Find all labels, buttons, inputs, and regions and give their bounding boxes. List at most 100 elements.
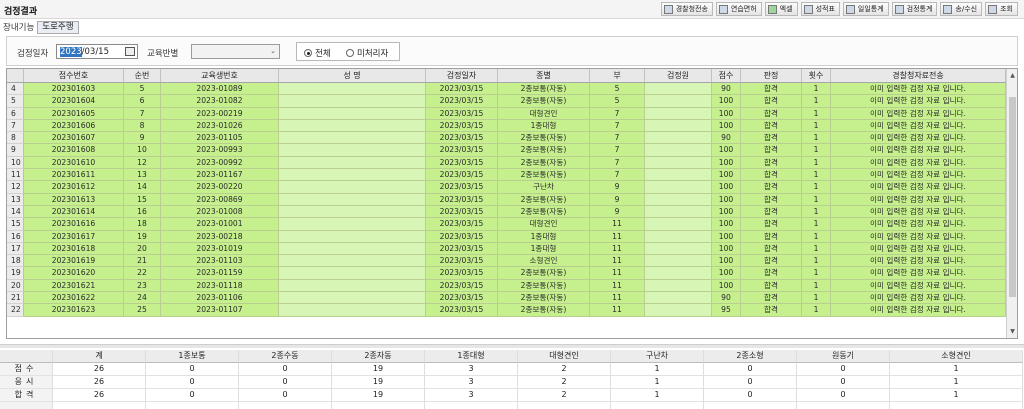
- table-row[interactable]: 16 202301617 19 2023-00218 2023/03/15 1종대형 11 1…: [7, 230, 1007, 243]
- scroll-thumb[interactable]: [1009, 97, 1016, 297]
- cell-row-number: 21: [7, 292, 24, 305]
- table-row[interactable]: 11 202301611 13 2023-01167 2023/03/15 2종보통(자동…: [7, 169, 1007, 182]
- scroll-down-icon[interactable]: ▼: [1008, 327, 1017, 336]
- column-header-name[interactable]: 성 명: [279, 69, 426, 82]
- excel-button[interactable]: 엑셀: [764, 2, 798, 16]
- table-row[interactable]: 15 202301616 18 2023-01001 2023/03/15 대형견인 11 1…: [7, 218, 1007, 231]
- table-row[interactable]: 17 202301618 20 2023-01019 2023/03/15 1종대형 11 1…: [7, 242, 1007, 256]
- table-row[interactable]: 13 202301613 15 2023-00869 2023/03/15 2종보통(자동…: [7, 193, 1007, 206]
- summary-cell: 1: [611, 363, 704, 376]
- date-input[interactable]: 2023/03/15: [56, 44, 138, 59]
- panel-splitter[interactable]: [0, 344, 1024, 348]
- cell-judgement: 합격: [741, 181, 802, 194]
- cell-police-transfer-status: 이미 입력한 검정 자료 입니다.: [831, 169, 1006, 182]
- cell-judgement: 합격: [741, 230, 802, 243]
- summary-header: 계 1종보통 2종수동 2종자동 1종대형 대형견인 구난차 2종소형 원동기 소형견인: [0, 350, 1024, 363]
- tab-field-skill[interactable]: 장내기능: [0, 21, 37, 33]
- cell-police-transfer-status: 이미 입력한 검정 자료 입니다.: [831, 242, 1006, 256]
- cell-name: [279, 144, 426, 157]
- cell-police-transfer-status: 이미 입력한 검정 자료 입니다.: [831, 218, 1006, 231]
- summary-column-header: 구난차: [611, 350, 704, 363]
- daily-stats-icon: [845, 4, 855, 14]
- table-row[interactable]: 4 202301603 5 2023-01089 2023/03/15 2종보통(자동) 5…: [7, 83, 1007, 96]
- table-row[interactable]: 21 202301622 24 2023-01106 2023/03/15 2종보통(자동…: [7, 292, 1007, 305]
- table-row[interactable]: 20 202301621 23 2023-01118 2023/03/15 2종보통(자동…: [7, 279, 1007, 293]
- summary-cell: 1: [611, 389, 704, 402]
- cell-examiner: [645, 205, 712, 219]
- cell-attempts: 1: [802, 292, 831, 305]
- cell-examiner: [645, 218, 712, 231]
- column-header-examiner[interactable]: 검정원: [645, 69, 712, 82]
- report-label: 성적표: [815, 5, 835, 13]
- cell-exam-date: 2023/03/15: [426, 292, 498, 305]
- cell-row-number: 13: [7, 193, 24, 206]
- search-button[interactable]: 조회: [985, 2, 1018, 16]
- column-header-receipt-no[interactable]: 접수번호: [24, 69, 124, 82]
- cell-judgement: 합격: [741, 132, 802, 145]
- vertical-scrollbar[interactable]: ▲ ▼: [1006, 69, 1017, 338]
- cell-judgement: 합격: [741, 255, 802, 268]
- column-header-attempts[interactable]: 횟수: [802, 69, 831, 82]
- scroll-up-icon[interactable]: ▲: [1008, 71, 1017, 80]
- summary-cell: [704, 402, 797, 409]
- column-header-police-transfer-status[interactable]: 경찰청자료전송: [831, 69, 1006, 82]
- table-row[interactable]: 9 202301608 10 2023-00993 2023/03/15 2종보통(자동)…: [7, 144, 1007, 157]
- cell-receipt-no: 202301608: [24, 144, 124, 157]
- cell-section: 7: [590, 107, 645, 120]
- table-row[interactable]: 19 202301620 22 2023-01159 2023/03/15 2종보통(자동…: [7, 267, 1007, 280]
- cell-row-number: 16: [7, 230, 24, 243]
- table-row[interactable]: 10 202301610 12 2023-00992 2023/03/15 2종보통(자동…: [7, 156, 1007, 170]
- cell-receipt-no: 202301621: [24, 279, 124, 293]
- summary-row-label: [0, 402, 53, 409]
- column-header-score[interactable]: 점수: [712, 69, 741, 82]
- cell-examiner: [645, 181, 712, 194]
- upload-button[interactable]: 경찰청전송: [660, 2, 713, 16]
- calendar-icon[interactable]: [125, 47, 135, 56]
- table-row[interactable]: 12 202301612 14 2023-00220 2023/03/15 구난차 9 100…: [7, 181, 1007, 194]
- column-header-student-no[interactable]: 교육생번호: [161, 69, 279, 82]
- table-row[interactable]: 7 202301606 8 2023-01026 2023/03/15 1종대형 7 100 합…: [7, 119, 1007, 133]
- license-button[interactable]: 연습면허: [715, 2, 762, 16]
- date-rest: /03/15: [81, 47, 109, 57]
- cell-student-no: 2023-01103: [161, 255, 279, 268]
- cell-row-number: 5: [7, 95, 24, 108]
- table-row[interactable]: 14 202301614 16 2023-01008 2023/03/15 2종보통(자동…: [7, 205, 1007, 219]
- column-header-row-number[interactable]: [7, 69, 24, 82]
- radio-pending[interactable]: 미처리자: [346, 47, 388, 59]
- table-row[interactable]: 5 202301604 6 2023-01082 2023/03/15 2종보통(자동) 5…: [7, 95, 1007, 108]
- cell-score: 100: [712, 181, 741, 194]
- table-row[interactable]: 22 202301623 25 2023-01107 2023/03/15 2종보통(자동…: [7, 304, 1007, 317]
- cell-exam-date: 2023/03/15: [426, 156, 498, 170]
- transfer-button[interactable]: 송/수신: [940, 2, 983, 16]
- column-header-license-type[interactable]: 종별: [498, 69, 590, 82]
- cell-attempts: 1: [802, 205, 831, 219]
- cell-license-type: 2종보통(자동): [498, 95, 590, 108]
- column-header-section[interactable]: 부: [590, 69, 645, 82]
- table-row[interactable]: 18 202301619 21 2023-01103 2023/03/15 소형견인 11 1…: [7, 255, 1007, 268]
- cell-sequence: 25: [124, 304, 161, 317]
- column-header-judgement[interactable]: 판정: [741, 69, 802, 82]
- tab-road-driving[interactable]: 도로주행: [37, 20, 79, 34]
- cell-judgement: 합격: [741, 218, 802, 231]
- cell-receipt-no: 202301614: [24, 205, 124, 219]
- cell-score: 90: [712, 83, 741, 96]
- cell-receipt-no: 202301603: [24, 83, 124, 96]
- cell-police-transfer-status: 이미 입력한 검정 자료 입니다.: [831, 156, 1006, 170]
- cell-examiner: [645, 107, 712, 120]
- cell-student-no: 2023-00993: [161, 144, 279, 157]
- date-label: 검정일자: [17, 49, 49, 59]
- cell-examiner: [645, 156, 712, 170]
- report-button[interactable]: 성적표: [800, 2, 840, 16]
- exam-stats-button[interactable]: 검정통계: [891, 2, 938, 16]
- daily-stats-button[interactable]: 일일통계: [842, 2, 889, 16]
- column-header-exam-date[interactable]: 검정일자: [426, 69, 498, 82]
- table-row[interactable]: 8 202301607 9 2023-01105 2023/03/15 2종보통(자동) 7…: [7, 132, 1007, 145]
- edu-class-select[interactable]: ⌄: [191, 44, 280, 59]
- grid-header: 접수번호 순번 교육생번호 성 명 검정일자 종별 부 검정원 점수 판정 횟수 경찰청자료전송: [7, 69, 1007, 83]
- cell-examiner: [645, 230, 712, 243]
- cell-row-number: 20: [7, 279, 24, 293]
- radio-all[interactable]: 전체: [304, 47, 331, 59]
- cell-receipt-no: 202301618: [24, 242, 124, 256]
- table-row[interactable]: 6 202301605 7 2023-00219 2023/03/15 대형견인 7 100 합…: [7, 107, 1007, 120]
- column-header-sequence[interactable]: 순번: [124, 69, 161, 82]
